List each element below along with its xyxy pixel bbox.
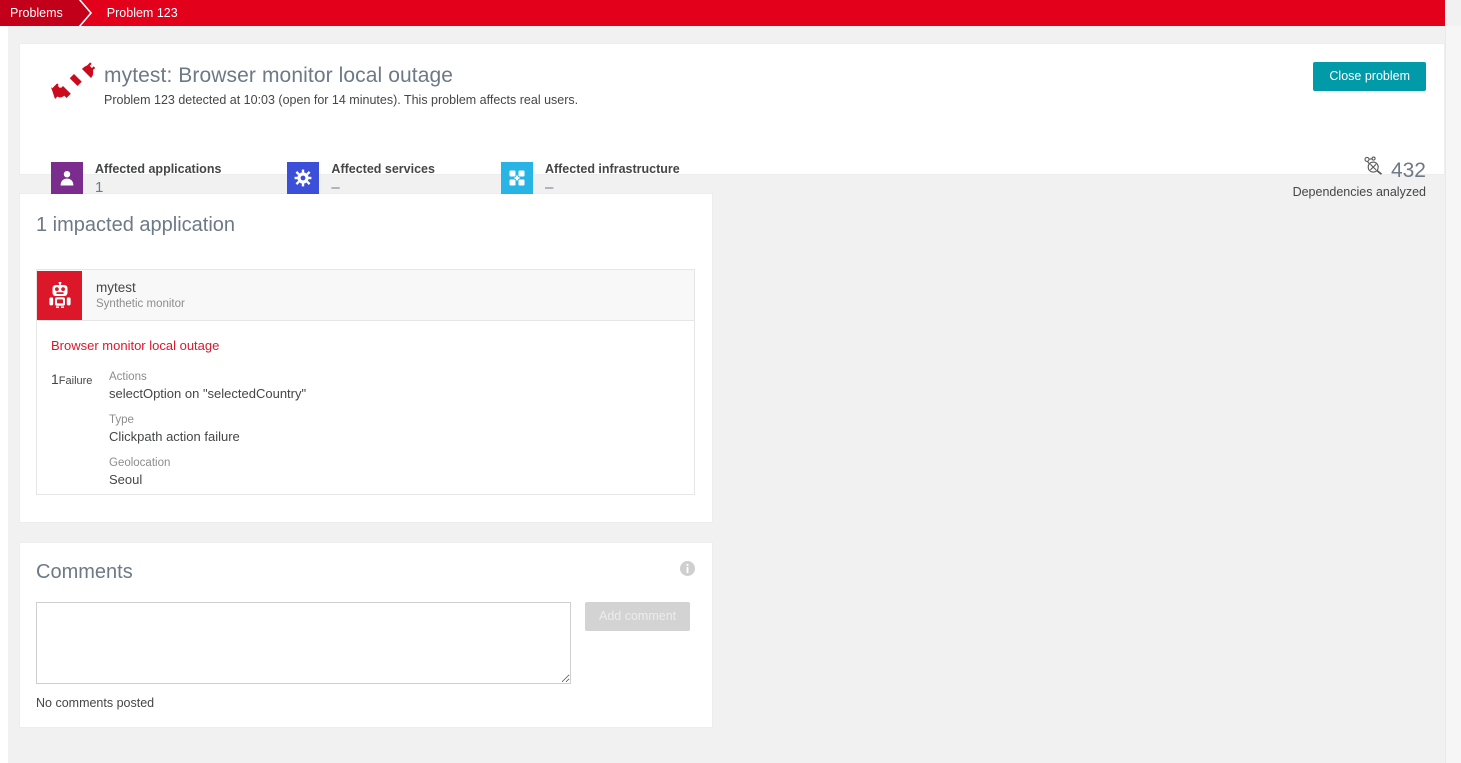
failure-row: 1Failure Actions selectOption on "select… bbox=[51, 370, 694, 489]
dependency-graph-icon bbox=[1364, 156, 1383, 180]
breadcrumb-item-current[interactable]: Problem 123 bbox=[105, 6, 178, 20]
application-name: mytest bbox=[96, 279, 185, 296]
problem-title-block: mytest: Browser monitor local outage Pro… bbox=[104, 63, 578, 108]
stat-affected-infrastructure[interactable]: Affected infrastructure – bbox=[501, 162, 680, 198]
broken-plug-icon bbox=[51, 62, 97, 104]
detail-value-actions: selectOption on "selectedCountry" bbox=[109, 385, 306, 403]
problem-header-card: mytest: Browser monitor local outage Pro… bbox=[20, 44, 1444, 174]
stat-affected-applications[interactable]: Affected applications 1 bbox=[51, 162, 221, 198]
application-header[interactable]: mytest Synthetic monitor bbox=[37, 270, 694, 321]
comments-title: Comments bbox=[20, 543, 712, 585]
detail-value-type: Clickpath action failure bbox=[109, 428, 306, 446]
comments-card: Comments Add comment No comments posted bbox=[20, 543, 712, 727]
stat-affected-services[interactable]: Affected services – bbox=[287, 162, 435, 198]
detail-value-geolocation: Seoul bbox=[109, 471, 306, 489]
application-body: Browser monitor local outage 1Failure Ac… bbox=[37, 321, 694, 489]
detail-label-geolocation: Geolocation bbox=[109, 456, 306, 471]
breadcrumb-current-label: Problem 123 bbox=[107, 6, 178, 20]
failure-details: Actions selectOption on "selectedCountry… bbox=[109, 370, 306, 489]
problem-subtitle: Problem 123 detected at 10:03 (open for … bbox=[104, 92, 578, 108]
user-icon bbox=[51, 162, 83, 194]
info-icon[interactable] bbox=[680, 561, 695, 576]
breadcrumb-root-label: Problems bbox=[10, 6, 63, 20]
affected-stats-row: Affected applications 1 bbox=[51, 162, 746, 198]
failure-count: 1Failure bbox=[51, 370, 109, 489]
failure-count-word: Failure bbox=[59, 375, 93, 387]
breadcrumb-chevron-icon bbox=[79, 0, 105, 26]
impacted-section-title: 1 impacted application bbox=[20, 194, 712, 238]
infrastructure-icon bbox=[501, 162, 533, 194]
stat-label: Affected applications bbox=[95, 162, 221, 177]
dependencies-analyzed[interactable]: 432 Dependencies analyzed bbox=[1293, 156, 1426, 200]
dependencies-count: 432 bbox=[1391, 160, 1426, 182]
application-box: mytest Synthetic monitor Browser monitor… bbox=[36, 269, 695, 495]
failure-title[interactable]: Browser monitor local outage bbox=[51, 337, 694, 354]
gear-icon bbox=[287, 162, 319, 194]
page-title: mytest: Browser monitor local outage bbox=[104, 63, 578, 89]
breadcrumb-item-problems[interactable]: Problems bbox=[0, 0, 79, 26]
dependencies-label: Dependencies analyzed bbox=[1293, 185, 1426, 200]
stat-label: Affected services bbox=[331, 162, 435, 177]
application-type: Synthetic monitor bbox=[96, 297, 185, 312]
synthetic-robot-icon bbox=[37, 271, 82, 320]
detail-label-actions: Actions bbox=[109, 370, 306, 385]
impacted-applications-card: 1 impacted application bbox=[20, 194, 712, 522]
comment-input[interactable] bbox=[36, 602, 571, 684]
close-problem-button[interactable]: Close problem bbox=[1313, 62, 1426, 91]
scrollbar-track[interactable] bbox=[1445, 26, 1461, 763]
no-comments-text: No comments posted bbox=[36, 696, 154, 710]
stat-label: Affected infrastructure bbox=[545, 162, 680, 177]
breadcrumb: Problems Problem 123 bbox=[0, 0, 1445, 26]
failure-count-number: 1 bbox=[51, 371, 59, 387]
add-comment-button[interactable]: Add comment bbox=[585, 602, 690, 631]
left-gutter bbox=[0, 26, 8, 763]
comment-entry-row: Add comment bbox=[36, 602, 690, 684]
detail-label-type: Type bbox=[109, 413, 306, 428]
page-root: Problems Problem 123 bbox=[0, 0, 1461, 763]
